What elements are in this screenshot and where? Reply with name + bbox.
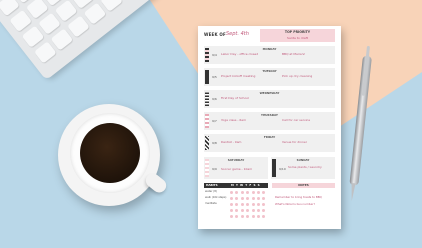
day-note: Project kickoff meeting [221,74,256,78]
top-priority-title: TOP PRIORITY [284,30,311,34]
day-row-wednesday: WEDNESDAY 9/6 First Day of School [204,90,335,108]
habit-checkboxes [230,191,268,195]
day-name: FRIDAY [263,135,276,139]
day-name: SUNDAY [296,158,310,162]
week-value: Sept. 4th [226,31,249,37]
habit-checkboxes [230,215,268,219]
coffee [80,123,140,183]
notes-section: NOTES Remember to bring treats to BBQ Wh… [272,183,335,225]
top-priority-box: TOP PRIORITY Sarita to draft [260,29,335,42]
day-row-monday: MONDAY 9/4 Labor Day - office closed BBQ… [204,46,335,64]
day-note: First Day of School [221,96,249,100]
day-row-thursday: THURSDAY 9/7 Yoga class - 6am Call for c… [204,112,335,130]
day-row-tuesday: TUESDAY 9/5 Project kickoff meeting Pick… [204,68,335,86]
day-number: 9/6 [212,97,217,101]
week-label: WEEK OF [204,32,226,37]
habit-label: meditate [205,202,217,205]
day-note-secondary: Pick up dry cleaning [282,74,313,78]
notes-title: NOTES [272,183,335,188]
day-note: Soccer game - 10am [221,167,253,171]
day-number: 9/4 [212,53,217,57]
note-item: What's Nolan's bus number? [275,202,315,206]
day-note-secondary: Call for car service [282,118,311,122]
habit-row: walk (10k steps) [204,196,268,201]
habit-label: water (8) [205,190,217,193]
week-header: WEEK OF Sept. 4th [204,30,259,40]
habit-checkboxes [230,197,268,201]
day-number: 9/7 [212,119,217,123]
day-name: SATURDAY [227,158,245,162]
habit-row: water (8) [204,190,268,195]
day-number: 9/9 [212,167,217,171]
habit-row-empty [204,208,268,213]
day-name: TUESDAY [262,69,277,73]
habit-checkboxes [230,209,268,213]
habits-title-label: HABITS [206,183,218,187]
weekly-planner-sheet: WEEK OF Sept. 4th TOP PRIORITY Sarita to… [198,26,341,229]
day-note-secondary: BBQ at Maria's! [282,52,306,56]
habits-title: HABITS M T W T F S S [204,183,268,188]
day-note: Yoga class - 6am [221,118,247,122]
habit-label: walk (10k steps) [205,196,227,199]
desk-scene: WEEK OF Sept. 4th TOP PRIORITY Sarita to… [0,0,422,248]
day-note-secondary: Venue for dinner [282,140,307,144]
day-number: 9/5 [212,75,217,79]
day-row-sunday: SUNDAY 9/10 Some plants / Laundry [271,157,335,179]
note-item: Remember to bring treats to BBQ [275,195,322,199]
day-name: MONDAY [262,47,277,51]
habit-row: meditate [204,202,268,207]
pen-tip [349,182,356,202]
habits-tracker: HABITS M T W T F S S water (8) walk (10k… [204,183,268,225]
day-note: Labor Day - office closed [221,52,259,56]
day-number: 9/8 [212,141,217,145]
day-name: THURSDAY [261,113,278,117]
habit-checkboxes [230,203,268,207]
day-note: Dentist - 9am [221,140,242,144]
habits-day-letters: M T W T F S S [231,183,261,187]
day-row-friday: FRIDAY 9/8 Dentist - 9am Venue for dinne… [204,134,335,152]
top-priority-value: Sarita to draft [287,36,308,40]
day-number: 9/10 [279,167,286,171]
habit-row-empty [204,214,268,219]
day-row-saturday: SATURDAY 9/9 Soccer game - 10am [204,157,268,179]
day-name: WEDNESDAY [259,91,280,95]
day-note: Some plants / Laundry [288,165,322,169]
